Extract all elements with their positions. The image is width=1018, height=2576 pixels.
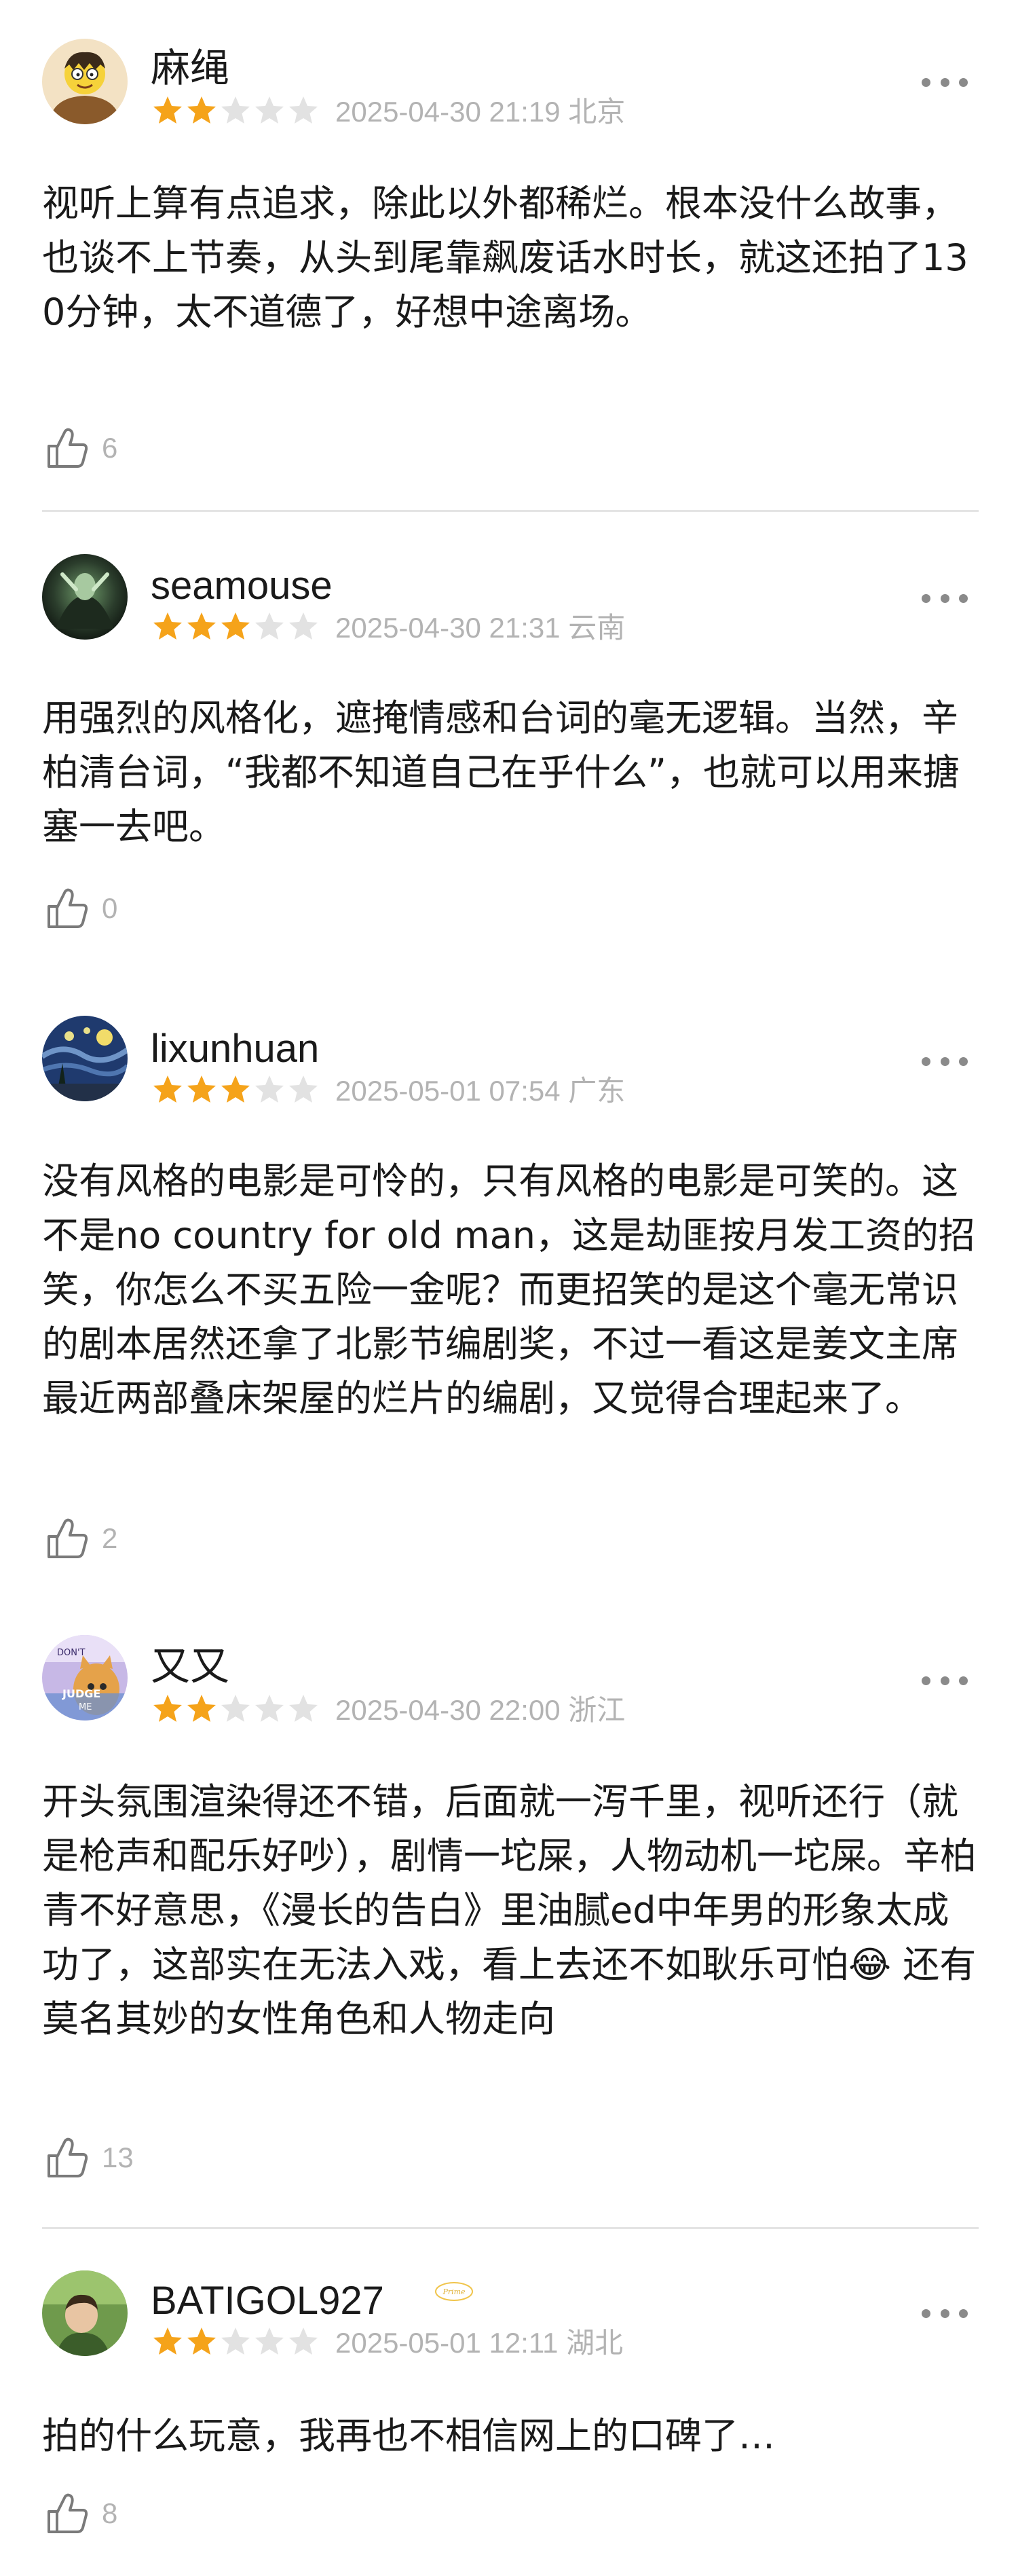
- star-filled-icon: [151, 1073, 185, 1107]
- location: 浙江: [568, 1694, 626, 1726]
- divider: [42, 510, 979, 512]
- location: 广东: [568, 1075, 626, 1107]
- location: 湖北: [566, 2327, 624, 2359]
- star-filled-icon: [185, 610, 219, 644]
- star-empty-icon: [286, 2325, 320, 2359]
- star-filled-icon: [185, 2325, 219, 2359]
- like-button[interactable]: 13: [43, 2132, 134, 2184]
- star-empty-icon: [252, 94, 286, 128]
- review-text: 没有风格的电影是可怜的，只有风格的电影是可笑的。这不是no country fo…: [42, 1160, 975, 1420]
- star-empty-icon: [252, 2325, 286, 2359]
- thumbs-up-icon: [43, 2134, 91, 2182]
- star-filled-icon: [151, 1692, 185, 1726]
- location: 北京: [568, 96, 626, 128]
- review-text: 拍的什么玩意，我再也不相信网上的口碑了…: [42, 2414, 775, 2457]
- review-text: 用强烈的风格化，遮掩情感和台词的毫无逻辑。当然，辛柏清台词，“我都不知道自己在乎…: [42, 697, 960, 848]
- thumbs-up-icon: [43, 424, 91, 472]
- review-meta: 2025-04-30 21:31 云南: [335, 611, 625, 645]
- star-filled-icon: [185, 1692, 219, 1726]
- username[interactable]: lixunhuan: [151, 1025, 319, 1073]
- star-rating: [151, 1692, 320, 1726]
- star-empty-icon: [219, 2325, 252, 2359]
- avatar-text-me: ME: [79, 1702, 92, 1712]
- star-rating: [151, 2325, 320, 2359]
- more-options-icon[interactable]: [922, 1673, 968, 1688]
- like-button[interactable]: 0: [43, 883, 117, 934]
- star-empty-icon: [219, 94, 252, 128]
- starry-night-avatar-icon[interactable]: [42, 1016, 128, 1101]
- timestamp: 2025-05-01 12:11: [335, 2327, 559, 2359]
- review-meta: 2025-05-01 12:11 湖北: [335, 2326, 623, 2360]
- more-options-icon[interactable]: [922, 2306, 968, 2321]
- username[interactable]: BATIGOL927: [151, 2277, 384, 2325]
- timestamp: 2025-04-30 22:00: [335, 1694, 561, 1726]
- like-count: 2: [102, 1522, 118, 1554]
- like-button[interactable]: 2: [43, 1513, 117, 1564]
- like-count: 6: [102, 432, 118, 464]
- star-filled-icon: [185, 94, 219, 128]
- star-filled-icon: [151, 610, 185, 644]
- green-figure-avatar-icon[interactable]: [42, 554, 128, 640]
- review-meta: 2025-04-30 21:19 北京: [335, 95, 625, 129]
- timestamp: 2025-04-30 21:31: [335, 612, 561, 644]
- divider: [42, 2227, 979, 2229]
- star-filled-icon: [185, 1073, 219, 1107]
- location: 云南: [568, 612, 626, 644]
- review-text: 开头氛围渲染得还不错，后面就一泻千里，视听还行（就是枪声和配乐好吵），剧情一坨屎…: [42, 1780, 977, 2040]
- username[interactable]: 麻绳: [151, 45, 229, 92]
- star-filled-icon: [219, 1073, 252, 1107]
- more-options-icon[interactable]: [922, 591, 968, 606]
- star-rating: [151, 94, 320, 128]
- star-empty-icon: [252, 1692, 286, 1726]
- star-rating: [151, 610, 320, 644]
- like-count: 8: [102, 2497, 118, 2529]
- star-rating: [151, 1073, 320, 1107]
- star-empty-icon: [286, 1073, 320, 1107]
- cat-judge-avatar-icon[interactable]: DON'T JUDGE ME: [42, 1635, 128, 1721]
- star-empty-icon: [252, 610, 286, 644]
- cartoon-avatar-icon[interactable]: [42, 39, 128, 124]
- star-empty-icon: [219, 1692, 252, 1726]
- star-filled-icon: [219, 610, 252, 644]
- avatar-text-judge: JUDGE: [62, 1687, 100, 1700]
- star-empty-icon: [286, 610, 320, 644]
- review-meta: 2025-04-30 22:00 浙江: [335, 1693, 625, 1727]
- like-count: 13: [102, 2141, 134, 2173]
- username[interactable]: seamouse: [151, 562, 333, 610]
- thumbs-up-icon: [43, 1515, 91, 1562]
- avatar-text-dont: DON'T: [57, 1648, 86, 1658]
- timestamp: 2025-04-30 21:19: [335, 96, 561, 128]
- review-text: 视听上算有点追求，除此以外都稀烂。根本没什么故事，也谈不上节奏，从头到尾靠飙废话…: [42, 182, 968, 333]
- more-options-icon[interactable]: [922, 1054, 968, 1069]
- review-meta: 2025-05-01 07:54 广东: [335, 1074, 625, 1108]
- star-empty-icon: [252, 1073, 286, 1107]
- like-button[interactable]: 8: [43, 2488, 117, 2539]
- star-empty-icon: [286, 94, 320, 128]
- timestamp: 2025-05-01 07:54: [335, 1075, 561, 1107]
- vip-badge-icon: Prime: [434, 2281, 474, 2302]
- star-empty-icon: [286, 1692, 320, 1726]
- more-options-icon[interactable]: [922, 75, 968, 90]
- vip-badge-text: Prime: [442, 2287, 466, 2296]
- star-filled-icon: [151, 2325, 185, 2359]
- thumbs-up-icon: [43, 2490, 91, 2537]
- thumbs-up-icon: [43, 885, 91, 932]
- photo-avatar-icon[interactable]: [42, 2270, 128, 2356]
- star-filled-icon: [151, 94, 185, 128]
- like-count: 0: [102, 892, 118, 924]
- username[interactable]: 又又: [151, 1643, 229, 1691]
- like-button[interactable]: 6: [43, 422, 117, 474]
